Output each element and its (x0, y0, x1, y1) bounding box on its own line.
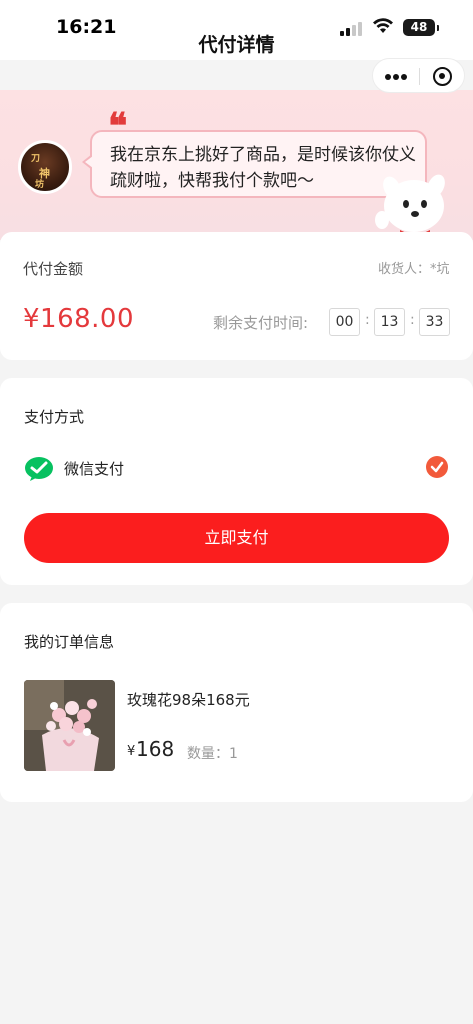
price-currency: ¥ (127, 744, 136, 759)
joy-dog-mascot-icon (375, 174, 445, 240)
checked-icon[interactable] (426, 456, 448, 478)
product-name[interactable]: 玫瑰花98朵168元 (127, 689, 250, 710)
pay-now-button[interactable]: 立即支付 (24, 513, 449, 563)
avatar-char: 刀 (31, 154, 41, 164)
countdown-label: 剩余支付时间: (213, 314, 309, 332)
quantity-label: 数量：1 (187, 743, 238, 763)
page-title: 代付详情 (198, 34, 275, 56)
payment-amount: ¥168.00 (23, 304, 135, 334)
receiver-label: 收货人： (378, 262, 431, 277)
countdown-hours: 00 (329, 308, 360, 336)
quantity-value: 1 (229, 746, 238, 762)
quantity-label-text: 数量： (187, 746, 229, 762)
avatar-char: 坊 (35, 180, 45, 190)
capsule-divider (419, 68, 420, 85)
avatar[interactable]: 刀 神 坊 (18, 140, 72, 194)
payment-amount-label: 代付金额 (23, 260, 84, 278)
more-icon[interactable] (385, 74, 407, 80)
miniprogram-capsule (372, 58, 465, 93)
wechat-pay-icon (25, 457, 53, 481)
share-banner: 刀 神 坊 我在京东上挑好了商品，是时候该你仗义疏财啦，快帮我付个款吧～ ❝ (0, 90, 473, 240)
product-image[interactable] (24, 680, 115, 771)
close-miniprogram-icon[interactable] (433, 67, 452, 86)
order-info-card: 我的订单信息 玫瑰花98朵168元 ¥ 168 数量：1 (0, 603, 473, 802)
payment-amount-card: 代付金额 收货人： *坑 ¥168.00 剩余支付时间: 00 : 13 : 3… (0, 232, 473, 360)
countdown-minutes: 13 (374, 308, 405, 336)
countdown-colon: : (365, 312, 370, 328)
payment-method-title: 支付方式 (24, 408, 85, 426)
payment-method-card: 支付方式 微信支付 立即支付 (0, 378, 473, 585)
wechat-pay-label[interactable]: 微信支付 (64, 458, 124, 479)
product-price: 168 (136, 737, 175, 761)
quote-icon: ❝ (108, 105, 128, 147)
countdown-colon: : (410, 312, 415, 328)
order-info-title: 我的订单信息 (24, 633, 115, 651)
receiver-name: *坑 (430, 262, 450, 277)
countdown-seconds: 33 (419, 308, 450, 336)
